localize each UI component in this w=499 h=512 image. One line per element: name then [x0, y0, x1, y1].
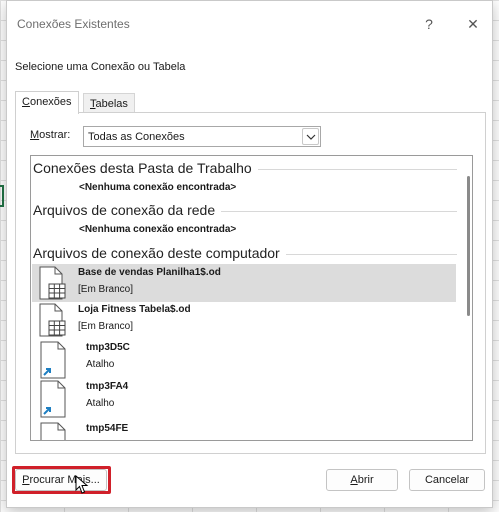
list-item[interactable]: tmp3D5C Atalho	[32, 339, 456, 379]
close-icon: ✕	[467, 15, 479, 32]
show-filter-label: Mostrar:	[30, 129, 70, 141]
section-header-computer-label: Arquivos de conexão deste computador	[33, 245, 280, 261]
item-desc: [Em Branco]	[78, 321, 134, 332]
title-bar: Conexões Existentes ? ✕	[7, 1, 492, 45]
list-item[interactable]: tmp3FA4 Atalho	[32, 378, 456, 418]
connections-list[interactable]: Conexões desta Pasta de Trabalho <Nenhum…	[30, 155, 473, 441]
close-button[interactable]: ✕	[459, 13, 487, 35]
section-header-workbook: Conexões desta Pasta de Trabalho	[33, 160, 457, 176]
show-filter-label-text: ostrar:	[39, 129, 71, 141]
dialog-prompt: Selecione uma Conexão ou Tabela	[15, 61, 186, 73]
open-mnemonic: A	[350, 474, 358, 486]
section-divider	[285, 253, 457, 255]
tab-conexoes-label: onexões	[29, 96, 72, 108]
list-scrollbar[interactable]	[467, 176, 470, 316]
list-item[interactable]: tmp54FE	[32, 420, 456, 440]
connections-panel: Mostrar: Todas as Conexões Conexões dest…	[15, 112, 486, 454]
cancel-button[interactable]: Cancelar	[409, 469, 485, 491]
item-name: tmp3D5C	[86, 342, 130, 353]
item-desc: Atalho	[86, 359, 115, 370]
list-item[interactable]: Base de vendas Planilha1$.od [Em Branco]	[32, 264, 456, 302]
existing-connections-dialog: Conexões Existentes ? ✕ Selecione uma Co…	[6, 0, 493, 508]
section-divider	[221, 210, 457, 212]
show-filter-value: Todas as Conexões	[88, 131, 185, 143]
item-desc: Atalho	[86, 398, 115, 409]
chevron-down-icon[interactable]	[302, 128, 319, 145]
section-divider	[257, 168, 457, 170]
item-name: Loja Fitness Tabela$.od	[78, 304, 191, 315]
section-header-network-label: Arquivos de conexão da rede	[33, 202, 216, 218]
list-item[interactable]: Loja Fitness Tabela$.od [Em Branco]	[32, 301, 456, 339]
section-header-computer: Arquivos de conexão deste computador	[33, 245, 457, 261]
show-filter-select[interactable]: Todas as Conexões	[83, 126, 321, 147]
item-name: Base de vendas Planilha1$.od	[78, 267, 221, 278]
tab-conexoes-mnemonic: C	[22, 96, 30, 108]
shortcut-file-icon	[36, 422, 68, 440]
section-header-workbook-label: Conexões desta Pasta de Trabalho	[33, 160, 252, 176]
table-file-icon	[36, 303, 68, 337]
browse-more-button[interactable]: Procurar Mais...	[15, 469, 107, 491]
item-name: tmp3FA4	[86, 381, 129, 392]
shortcut-file-icon	[36, 341, 68, 379]
tab-tabelas-label: abelas	[95, 98, 128, 110]
no-connection-network: <Nenhuma conexão encontrada>	[79, 224, 237, 235]
mouse-cursor-icon	[75, 474, 89, 495]
section-header-network: Arquivos de conexão da rede	[33, 202, 457, 218]
open-label: brir	[357, 474, 374, 486]
cancel-label: Cancelar	[424, 474, 470, 486]
tab-conexoes[interactable]: Conexões	[15, 91, 79, 114]
dialog-title: Conexões Existentes	[17, 17, 130, 31]
help-button[interactable]: ?	[415, 13, 443, 35]
open-button[interactable]: Abrir	[326, 469, 398, 491]
shortcut-file-icon	[36, 380, 68, 418]
table-file-icon	[36, 266, 68, 300]
browse-more-label: rocurar Mais...	[29, 474, 100, 486]
excel-active-cell	[0, 185, 4, 207]
tab-tabelas[interactable]: Tabelas	[83, 93, 135, 113]
no-connection-workbook: <Nenhuma conexão encontrada>	[79, 182, 237, 193]
item-desc: [Em Branco]	[78, 284, 134, 295]
show-filter-mnemonic: M	[30, 129, 40, 141]
browse-more-mnemonic: P	[22, 474, 30, 486]
help-icon: ?	[425, 16, 433, 32]
item-name: tmp54FE	[86, 423, 129, 434]
